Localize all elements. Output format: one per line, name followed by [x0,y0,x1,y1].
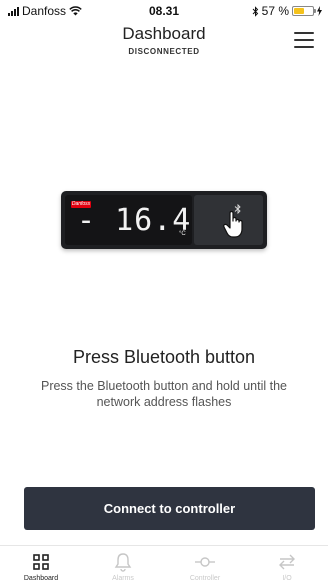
tab-alarms[interactable]: Alarms [82,546,164,583]
status-bar: Danfoss 08.31 57 % [0,0,328,22]
bluetooth-status-icon [252,5,258,17]
tab-label: Alarms [112,575,134,582]
controller-illustration: Danfoss - 16.4 °C [61,191,267,249]
menu-icon-bar [294,46,314,48]
instruction-description: Press the Bluetooth button and hold unti… [40,379,287,409]
temperature-unit: °C [179,231,186,237]
wifi-icon [69,6,82,16]
tab-bar: Dashboard Alarms Controller I/O [0,545,328,583]
charging-icon [317,6,322,16]
battery-icon [292,6,316,16]
controller-display: Danfoss - 16.4 °C [65,195,192,245]
instruction-heading: Press Bluetooth button [72,347,256,367]
tab-controller[interactable]: Controller [164,546,246,583]
grid-icon [33,554,49,570]
controller-icon [195,557,215,567]
header: Dashboard DISCONNECTED [0,22,328,78]
bluetooth-panel [194,195,263,245]
menu-icon-bar [294,39,314,41]
tab-io[interactable]: I/O [246,546,328,583]
carrier-name: Danfoss [22,4,67,18]
tab-label: Dashboard [23,575,59,582]
battery-percent: 57 % [261,4,289,18]
status-time: 08.31 [148,4,180,18]
pointing-hand-icon [223,210,243,238]
tab-label: Controller [189,575,221,582]
status-right: 57 % [252,4,322,18]
tab-dashboard[interactable]: Dashboard [0,546,82,583]
connection-status: DISCONNECTED [128,47,200,56]
battery-fill [294,8,305,14]
connect-button[interactable]: Connect to controller [24,487,315,530]
page-title: Dashboard [122,24,206,43]
status-left: Danfoss [8,4,82,18]
temperature-reading: - 16.4 [77,203,192,238]
menu-button[interactable] [294,32,314,48]
bell-icon [114,553,132,572]
menu-icon-bar [294,32,314,34]
tab-label: I/O [282,575,292,582]
connect-button-label: Connect to controller [103,501,236,516]
signal-icon [8,6,19,16]
arrows-icon [279,554,295,570]
